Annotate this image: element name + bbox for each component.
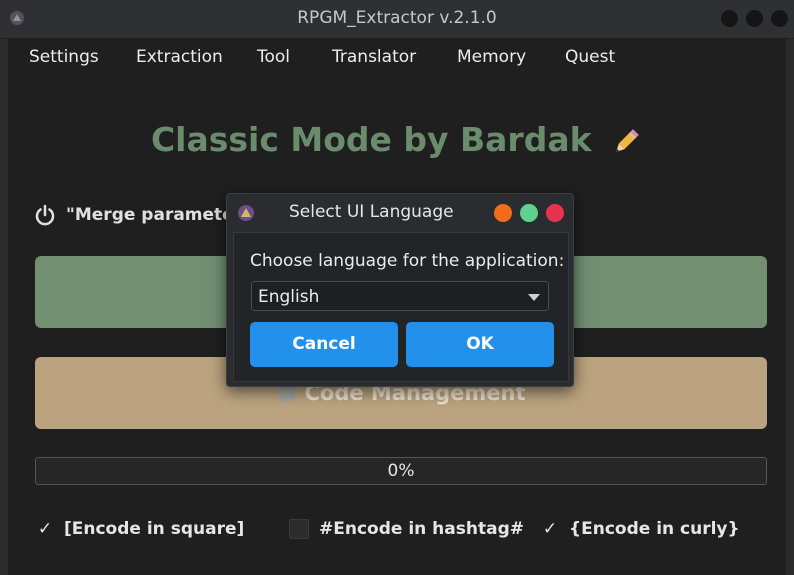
encode-square-checkbox[interactable]: ✓ [Encode in square] bbox=[34, 519, 244, 539]
menu-translator[interactable]: Translator bbox=[332, 47, 416, 67]
merge-parameter-label: "Merge parameter bbox=[66, 205, 243, 225]
chevron-down-icon bbox=[528, 294, 540, 301]
language-select-value: English bbox=[258, 287, 320, 307]
dialog-body: Choose language for the application: Eng… bbox=[233, 232, 569, 382]
checkmark-icon: ✓ bbox=[542, 519, 558, 539]
encode-curly-checkbox[interactable]: ✓ {Encode in curly} bbox=[539, 519, 740, 539]
minimize-button[interactable] bbox=[721, 10, 738, 27]
window-titlebar: RPGM_Extractor v.2.1.0 bbox=[0, 0, 794, 39]
menu-settings[interactable]: Settings bbox=[29, 47, 99, 67]
dialog-title: Select UI Language bbox=[289, 202, 454, 222]
dialog-prompt: Choose language for the application: bbox=[250, 251, 565, 271]
dialog-maximize-button[interactable] bbox=[520, 204, 538, 222]
dialog-titlebar: Select UI Language bbox=[227, 194, 573, 232]
menu-tool[interactable]: Tool bbox=[257, 47, 290, 67]
encode-curly-label: {Encode in curly} bbox=[569, 519, 740, 539]
page-title-text: Classic Mode by Bardak bbox=[150, 120, 592, 159]
progress-bar: 0% bbox=[35, 457, 767, 485]
menu-memory[interactable]: Memory bbox=[457, 47, 526, 67]
dialog-close-button[interactable] bbox=[546, 204, 564, 222]
language-select[interactable]: English bbox=[251, 281, 549, 311]
ok-button[interactable]: OK bbox=[406, 322, 554, 367]
encode-hashtag-checkbox[interactable]: #Encode in hashtag# bbox=[289, 519, 524, 539]
menu-bar: Settings Extraction Tool Translator Memo… bbox=[8, 38, 786, 78]
progress-text: 0% bbox=[387, 461, 415, 481]
encode-hashtag-label: #Encode in hashtag# bbox=[319, 519, 524, 539]
dialog-minimize-button[interactable] bbox=[494, 204, 512, 222]
unchecked-box bbox=[289, 519, 309, 539]
merge-parameter-toggle[interactable]: "Merge parameter bbox=[34, 204, 242, 226]
checkmark-icon: ✓ bbox=[37, 519, 53, 539]
language-dialog: Select UI Language Choose language for t… bbox=[226, 193, 574, 387]
power-icon bbox=[35, 204, 55, 226]
pencil-icon bbox=[616, 128, 639, 152]
menu-quest[interactable]: Quest bbox=[565, 47, 615, 67]
window-title: RPGM_Extractor v.2.1.0 bbox=[297, 8, 497, 28]
close-button[interactable] bbox=[771, 10, 788, 27]
cancel-button[interactable]: Cancel bbox=[250, 322, 398, 367]
page-title: Classic Mode by Bardak bbox=[8, 120, 786, 159]
maximize-button[interactable] bbox=[746, 10, 763, 27]
menu-extraction[interactable]: Extraction bbox=[136, 47, 223, 67]
app-logo-icon bbox=[238, 205, 254, 221]
encode-square-label: [Encode in square] bbox=[64, 519, 245, 539]
